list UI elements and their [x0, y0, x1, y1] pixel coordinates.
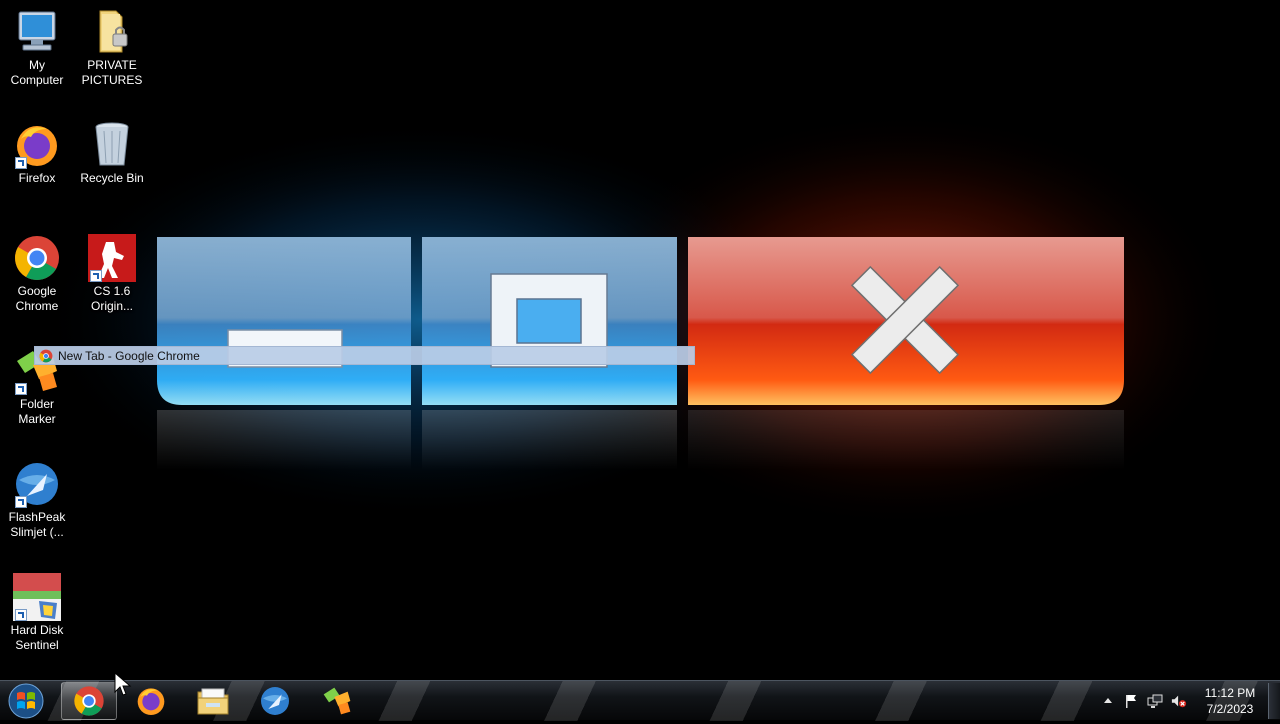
taskbar-thumbnail-tooltip: New Tab - Google Chrome: [34, 346, 695, 365]
taskbar-button-explorer[interactable]: [185, 682, 241, 720]
desktop-icon-label: My Computer: [10, 58, 64, 87]
desktop-icon-label: Hard Disk Sentinel: [10, 623, 64, 652]
volume-muted-icon[interactable]: [1171, 693, 1187, 709]
network-icon[interactable]: [1147, 693, 1163, 709]
chrome-icon: [39, 349, 53, 362]
folder-marker-icon: [323, 687, 351, 715]
desktop-icon-label: Google Chrome: [15, 284, 59, 313]
desktop-icon-firefox[interactable]: Firefox: [1, 121, 73, 186]
show-desktop-button[interactable]: [1268, 683, 1280, 719]
shortcut-arrow-icon: [15, 496, 27, 508]
clock-date: 7/2/2023: [1206, 702, 1254, 716]
computer-icon: [13, 8, 61, 56]
desktop-icon-label: PRIVATE PICTURES: [81, 58, 143, 87]
desktop-wallpaper: [0, 0, 1280, 680]
desktop-icon-hard-disk-sentinel[interactable]: Hard Disk Sentinel: [1, 573, 73, 653]
slimjet-icon: [13, 460, 61, 508]
desktop-icon-cs16[interactable]: CS 1.6 Origin...: [76, 234, 148, 314]
chrome-icon: [13, 234, 61, 282]
taskbar-button-slimjet[interactable]: [247, 682, 303, 720]
start-button[interactable]: [6, 683, 46, 719]
shortcut-arrow-icon: [15, 609, 27, 621]
system-clock[interactable]: 11:12 PM 7/2/2023: [1198, 685, 1262, 717]
recycle-bin-icon: [88, 121, 136, 169]
explorer-folder-icon: [197, 688, 229, 715]
slimjet-icon: [261, 687, 289, 715]
desktop-icon-recycle-bin[interactable]: Recycle Bin: [76, 121, 148, 186]
clock-time: 11:12 PM: [1204, 686, 1256, 700]
action-center-flag-icon[interactable]: [1123, 693, 1139, 709]
firefox-icon: [13, 121, 61, 169]
show-hidden-icons-arrow[interactable]: [1100, 693, 1116, 709]
shortcut-arrow-icon: [15, 157, 27, 169]
tooltip-text: New Tab - Google Chrome: [58, 348, 200, 363]
desktop-icon-private-pictures[interactable]: PRIVATE PICTURES: [76, 8, 148, 88]
firefox-icon: [137, 688, 165, 715]
desktop-icon-my-computer[interactable]: My Computer: [1, 8, 73, 88]
taskbar: 11:12 PM 7/2/2023: [0, 680, 1280, 721]
locked-folder-icon: [88, 8, 136, 56]
shortcut-arrow-icon: [15, 383, 27, 395]
desktop-icon-google-chrome[interactable]: Google Chrome: [1, 234, 73, 314]
desktop-icon-label: Folder Marker: [18, 397, 56, 426]
desktop-icon-label: Recycle Bin: [80, 171, 144, 185]
desktop-icon-label: CS 1.6 Origin...: [90, 284, 133, 313]
counter-strike-icon: [88, 234, 136, 282]
mouse-cursor-icon: [114, 672, 132, 696]
taskbar-button-chrome[interactable]: [61, 682, 117, 720]
chrome-icon: [74, 686, 104, 716]
desktop-icon-label: FlashPeak Slimjet (...: [8, 510, 66, 539]
desktop-icon-slimjet[interactable]: FlashPeak Slimjet (...: [1, 460, 73, 540]
shortcut-arrow-icon: [90, 270, 102, 282]
desktop-icon-label: Firefox: [18, 171, 56, 185]
hard-disk-sentinel-icon: [13, 573, 61, 621]
taskbar-button-folder-marker[interactable]: [309, 682, 365, 720]
windows-start-icon: [8, 683, 44, 719]
